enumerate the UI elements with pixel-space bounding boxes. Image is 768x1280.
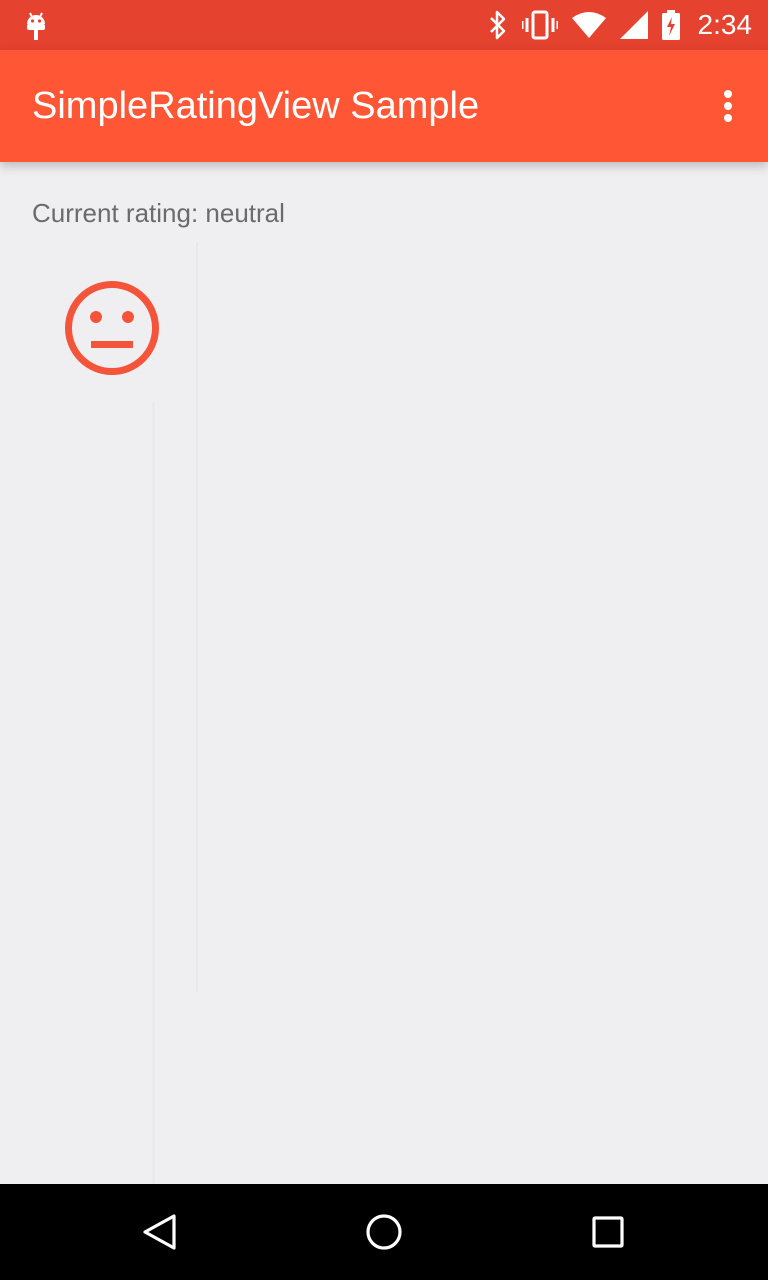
column-divider [196,242,198,992]
recents-icon [592,1216,624,1248]
home-button[interactable] [356,1204,412,1260]
app-bar: SimpleRatingView Sample [0,50,768,162]
overflow-dot [724,114,732,122]
neutral-face-icon [65,281,159,375]
recents-button[interactable] [580,1204,636,1260]
home-icon [366,1214,402,1250]
status-time: 2:34 [697,9,753,40]
vibrate-icon [521,10,558,40]
column-divider [152,402,155,1184]
back-icon [143,1214,176,1250]
wifi-icon [571,12,606,38]
android-notification-icon [24,10,48,42]
simple-rating-view[interactable] [64,280,160,376]
signal-icon [619,11,648,39]
battery-charging-icon [661,10,680,40]
more-vert-icon[interactable] [708,84,748,128]
main-content: Current rating: neutral [0,162,768,1184]
app-title: SimpleRatingView Sample [32,85,480,127]
overflow-dot [724,102,732,110]
current-rating-label: Current rating: neutral [32,198,285,228]
navigation-bar [0,1184,768,1280]
bluetooth-icon [488,10,508,40]
status-bar: 2:34 [0,0,768,50]
back-button[interactable] [132,1204,188,1260]
overflow-dot [724,90,732,98]
